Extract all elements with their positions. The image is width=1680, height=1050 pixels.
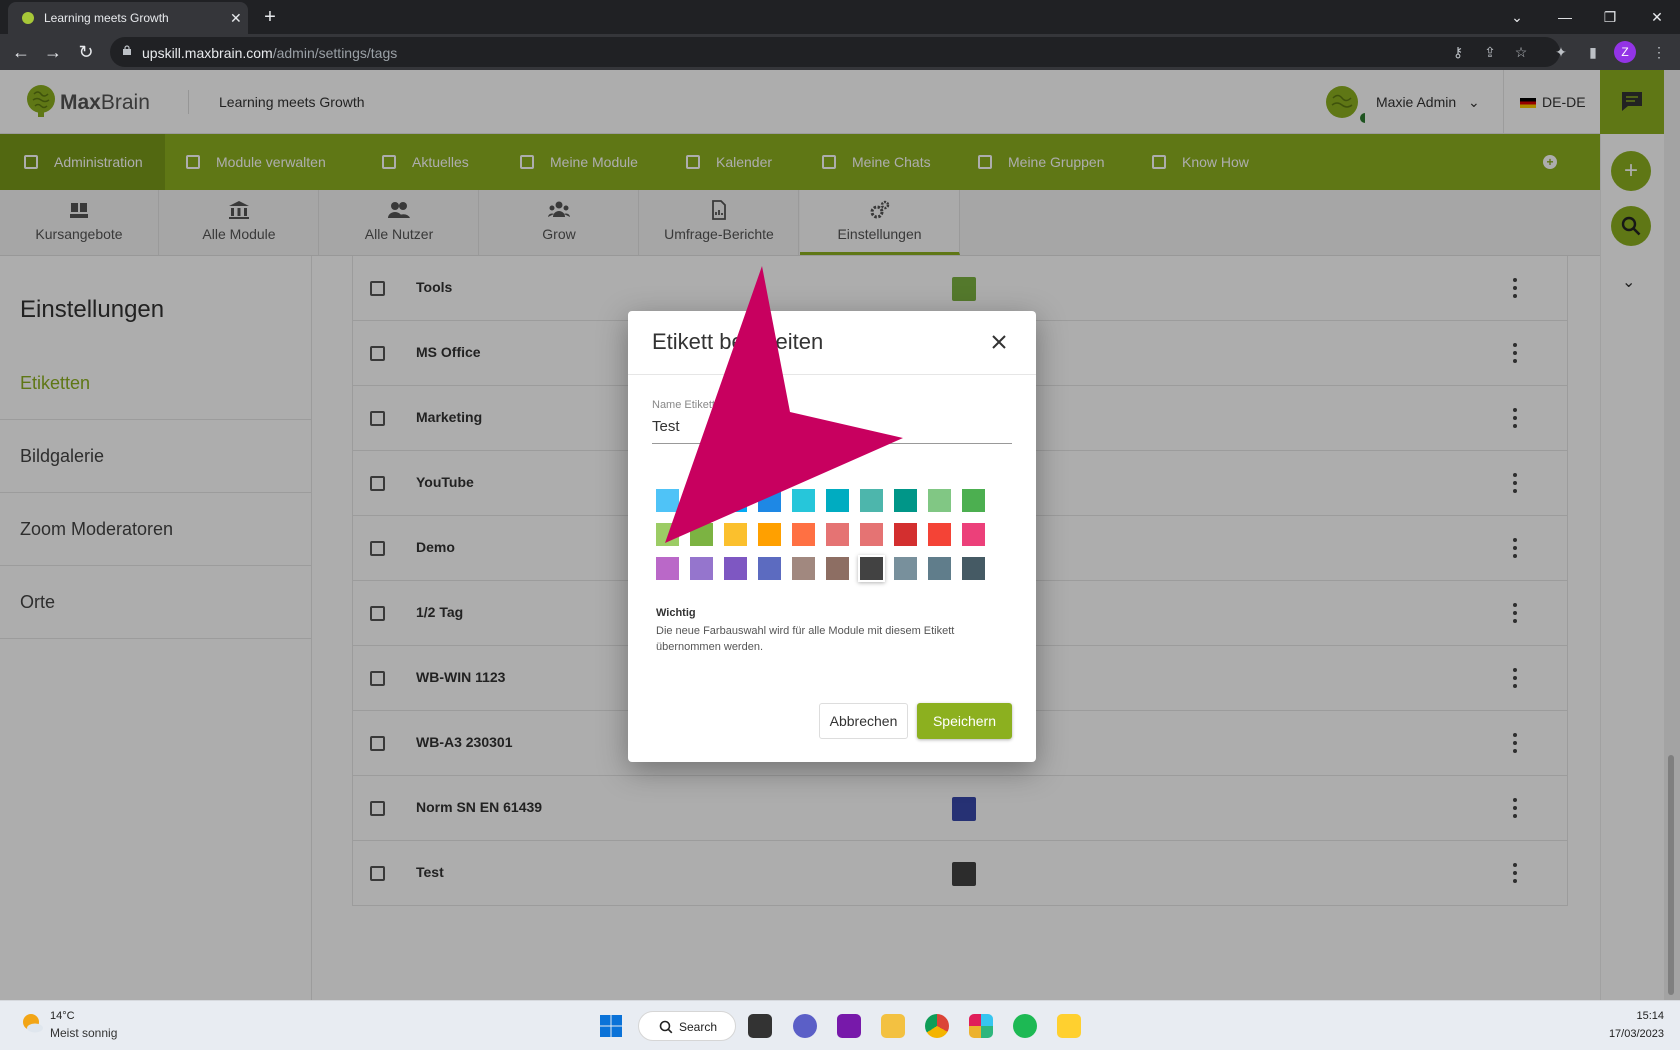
new-tab-button[interactable]: + bbox=[258, 6, 282, 30]
browser-tab-bar bbox=[0, 0, 1680, 34]
color-swatch[interactable] bbox=[860, 523, 883, 546]
url-bar[interactable]: upskill.maxbrain.com/admin/settings/tags bbox=[110, 37, 1560, 67]
color-swatch[interactable] bbox=[724, 489, 747, 512]
tag-name-input[interactable]: Test bbox=[652, 416, 1012, 444]
color-swatch[interactable] bbox=[826, 489, 849, 512]
color-swatch[interactable] bbox=[656, 523, 679, 546]
taskbar-search[interactable]: Search bbox=[638, 1011, 736, 1041]
color-swatch[interactable] bbox=[724, 557, 747, 580]
color-swatch[interactable] bbox=[860, 557, 883, 580]
browser-tab-title: Learning meets Growth bbox=[44, 11, 169, 25]
forward-icon[interactable]: → bbox=[42, 42, 64, 64]
important-title: Wichtig bbox=[656, 607, 696, 619]
restore-icon[interactable]: ❐ bbox=[1598, 6, 1622, 28]
color-swatch[interactable] bbox=[894, 523, 917, 546]
sidepanel-icon[interactable]: ▮ bbox=[1584, 43, 1602, 61]
url-path: /admin/settings/tags bbox=[272, 45, 398, 61]
weather-sun-icon[interactable] bbox=[20, 1011, 44, 1035]
key-icon[interactable]: ⚷ bbox=[1449, 43, 1467, 61]
weather-temperature[interactable]: 14°C bbox=[50, 1010, 75, 1022]
color-swatch[interactable] bbox=[656, 489, 679, 512]
color-swatch[interactable] bbox=[894, 489, 917, 512]
menu-icon[interactable]: ⋮ bbox=[1650, 43, 1668, 61]
color-swatch[interactable] bbox=[724, 523, 747, 546]
dialog-divider bbox=[628, 374, 1036, 375]
chrome-icon[interactable] bbox=[925, 1014, 949, 1038]
windows-start-icon[interactable] bbox=[599, 1014, 623, 1038]
miro-icon[interactable] bbox=[1057, 1014, 1081, 1038]
color-swatch[interactable] bbox=[792, 557, 815, 580]
task-view-icon[interactable] bbox=[748, 1014, 772, 1038]
color-swatch[interactable] bbox=[690, 523, 713, 546]
taskbar-date[interactable]: 17/03/2023 bbox=[1596, 1028, 1664, 1040]
reload-icon[interactable]: ↻ bbox=[75, 42, 97, 64]
color-swatch[interactable] bbox=[826, 523, 849, 546]
url-text: upskill.maxbrain.com/admin/settings/tags bbox=[142, 45, 397, 61]
color-swatch[interactable] bbox=[826, 557, 849, 580]
teams-chat-icon[interactable] bbox=[793, 1014, 817, 1038]
save-button[interactable]: Speichern bbox=[917, 703, 1012, 739]
back-icon[interactable]: ← bbox=[10, 42, 32, 64]
color-swatch[interactable] bbox=[656, 557, 679, 580]
cancel-button[interactable]: Abbrechen bbox=[819, 703, 908, 739]
color-swatch[interactable] bbox=[792, 523, 815, 546]
onenote-icon[interactable] bbox=[837, 1014, 861, 1038]
close-tab-icon[interactable]: ✕ bbox=[230, 10, 242, 27]
taskbar-time[interactable]: 15:14 bbox=[1624, 1010, 1664, 1022]
url-host: upskill.maxbrain.com bbox=[142, 45, 273, 61]
lock-icon bbox=[123, 45, 131, 55]
color-swatch[interactable] bbox=[928, 523, 951, 546]
color-swatch[interactable] bbox=[690, 489, 713, 512]
color-swatch[interactable] bbox=[962, 523, 985, 546]
color-swatch[interactable] bbox=[928, 489, 951, 512]
tag-name-label: Name Etikett bbox=[652, 399, 715, 411]
color-swatch[interactable] bbox=[962, 489, 985, 512]
taskbar-search-icon bbox=[659, 1020, 673, 1034]
file-explorer-icon[interactable] bbox=[881, 1014, 905, 1038]
edit-tag-dialog: Etikett bearbeiten Name Etikett Test Wic… bbox=[628, 311, 1036, 762]
share-icon[interactable]: ⇪ bbox=[1481, 43, 1499, 61]
color-swatch[interactable] bbox=[690, 557, 713, 580]
color-swatch[interactable] bbox=[928, 557, 951, 580]
dialog-title: Etikett bearbeiten bbox=[652, 329, 824, 354]
spotify-icon[interactable] bbox=[1013, 1014, 1037, 1038]
color-swatch[interactable] bbox=[792, 489, 815, 512]
minimize-icon[interactable]: — bbox=[1553, 6, 1577, 28]
browser-tab[interactable]: Learning meets Growth ✕ bbox=[8, 2, 248, 34]
important-text: Die neue Farbauswahl wird für alle Modul… bbox=[656, 625, 955, 653]
weather-condition[interactable]: Meist sonnig bbox=[50, 1026, 117, 1040]
color-swatch[interactable] bbox=[894, 557, 917, 580]
slack-icon[interactable] bbox=[969, 1014, 993, 1038]
extensions-icon[interactable]: ✦ bbox=[1552, 43, 1570, 61]
close-icon[interactable] bbox=[990, 333, 1008, 351]
profile-avatar[interactable]: Z bbox=[1614, 41, 1636, 63]
color-swatch[interactable] bbox=[758, 557, 781, 580]
color-swatch[interactable] bbox=[962, 557, 985, 580]
favicon-icon bbox=[22, 12, 34, 24]
tab-search-icon[interactable]: ⌄ bbox=[1505, 6, 1529, 28]
address-toolbar: ← → ↻ upskill.maxbrain.com/admin/setting… bbox=[0, 34, 1680, 70]
color-swatch[interactable] bbox=[860, 489, 883, 512]
window-close-icon[interactable]: ✕ bbox=[1645, 6, 1669, 28]
star-icon[interactable]: ☆ bbox=[1512, 43, 1530, 61]
taskbar-search-label: Search bbox=[679, 1020, 718, 1034]
color-swatch[interactable] bbox=[758, 523, 781, 546]
color-swatch[interactable] bbox=[758, 489, 781, 512]
